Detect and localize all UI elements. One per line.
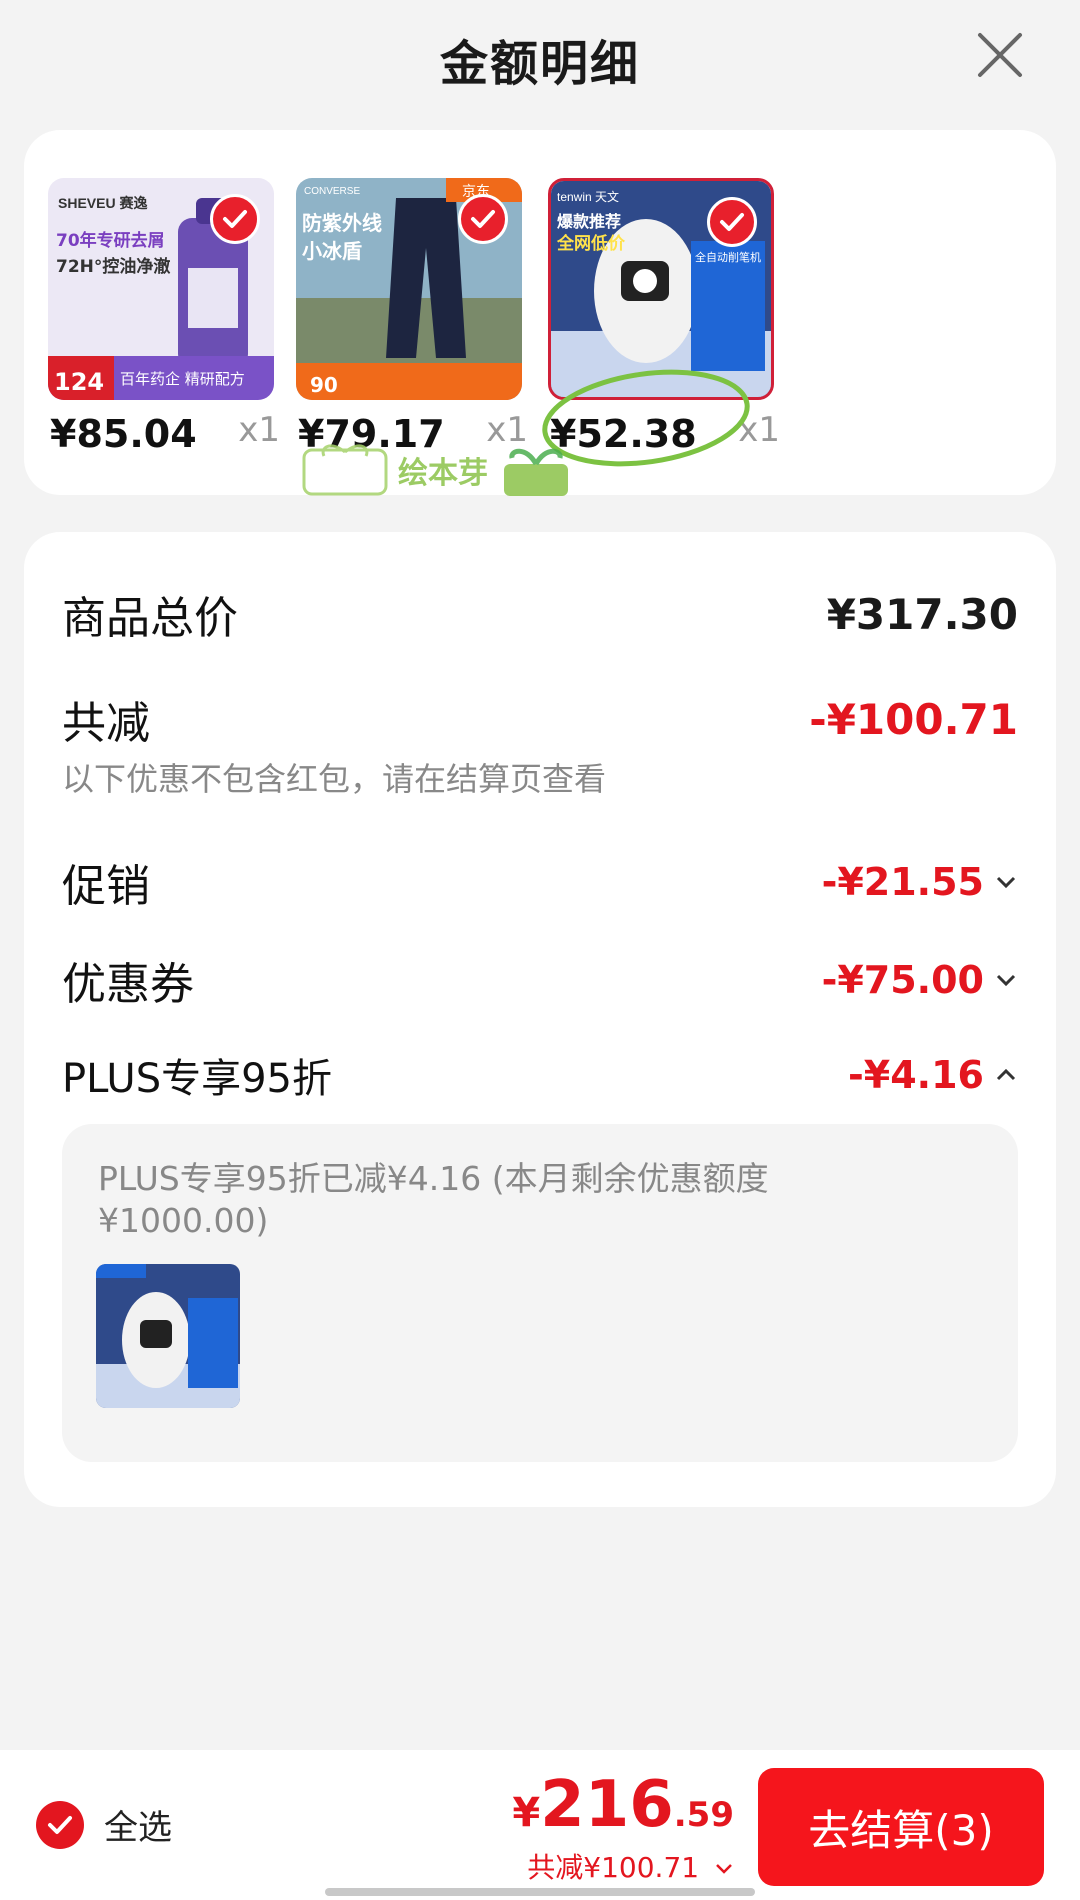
product-ad-line: 防紫外线: [302, 211, 382, 235]
product-ad-line: 70年专研去屑: [56, 230, 165, 251]
plus-value: -¥4.16: [848, 1053, 984, 1097]
chevron-up-icon[interactable]: [994, 1067, 1018, 1083]
plus-label: PLUS专享95折: [62, 1056, 332, 1102]
amount-detail-card: 商品总价 ¥317.30 共减 -¥100.71 以下优惠不包含红包，请在结算页…: [24, 532, 1056, 1507]
sprout-book-icon: [504, 448, 568, 496]
checkout-button[interactable]: 去结算(3): [758, 1768, 1044, 1886]
watermark: 绘本芽: [300, 440, 576, 500]
checkmark-icon[interactable]: [707, 197, 757, 247]
header: 金额明细: [0, 0, 1080, 118]
product-ad-line: 72H°控油净澈: [56, 256, 170, 277]
watermark-text: 绘本芽: [398, 456, 488, 491]
chevron-down-icon[interactable]: [994, 972, 1018, 988]
watermark-logo-icon: [302, 444, 388, 496]
total-price: ¥216.59 共减¥100.71: [512, 1768, 734, 1886]
promo-row[interactable]: 促销 -¥21.55: [62, 850, 1018, 914]
product-image[interactable]: SHEVEU 赛逸 70年专研去屑 72H°控油净澈 百年药企 精研配方 124: [48, 178, 274, 400]
plus-detail-text: PLUS专享95折已减¥4.16 (本月剩余优惠额度¥1000.00): [98, 1159, 769, 1240]
product-brand: tenwin 天文: [557, 189, 619, 204]
product-brand: SHEVEU 赛逸: [58, 195, 147, 211]
checkmark-icon[interactable]: [36, 1800, 84, 1849]
goods-total-row: 商品总价 ¥317.30: [62, 582, 1018, 646]
total-integer: 216: [540, 1768, 674, 1842]
product-badge-price: 124: [54, 368, 104, 396]
chevron-down-icon[interactable]: [994, 874, 1018, 890]
coupon-value: -¥75.00: [821, 958, 984, 1002]
home-indicator[interactable]: [325, 1888, 755, 1896]
coupon-label: 优惠券: [62, 959, 194, 1010]
plus-row[interactable]: PLUS专享95折 -¥4.16: [62, 1046, 1018, 1104]
coupon-row[interactable]: 优惠券 -¥75.00: [62, 948, 1018, 1012]
product-ad-line: 爆款推荐: [557, 212, 621, 231]
total-discount-row: 共减 -¥100.71: [62, 687, 1018, 751]
product-brand: CONVERSE: [304, 186, 360, 197]
total-discount-summary[interactable]: 共减¥100.71: [512, 1846, 734, 1886]
product-item[interactable]: SHEVEU 赛逸 70年专研去屑 72H°控油净澈 百年药企 精研配方 124…: [48, 178, 280, 464]
close-icon[interactable]: [970, 25, 1030, 85]
product-tag: 百年药企 精研配方: [120, 370, 245, 388]
total-discount-value: -¥100.71: [809, 694, 1018, 744]
total-decimal: .59: [673, 1795, 734, 1835]
product-qty: x1: [238, 410, 280, 450]
total-discount-label: 共减: [62, 698, 150, 749]
product-badge-price: 90: [310, 373, 338, 397]
product-ad-line: 小冰盾: [302, 239, 362, 263]
plus-detail-panel: PLUS专享95折已减¥4.16 (本月剩余优惠额度¥1000.00): [62, 1124, 1018, 1462]
select-all-toggle[interactable]: 全选: [36, 1800, 172, 1849]
discount-summary-text: 共减¥100.71: [527, 1851, 700, 1884]
chevron-down-icon[interactable]: [714, 1862, 734, 1876]
currency-symbol: ¥: [512, 1790, 541, 1836]
product-tag: 全自动削笔机: [695, 250, 761, 264]
select-all-label: 全选: [104, 1808, 172, 1848]
bottom-bar: 全选 ¥216.59 共减¥100.71 去结算(3): [0, 1750, 1080, 1900]
goods-total-value: ¥317.30: [826, 589, 1018, 639]
product-item[interactable]: CONVERSE 防紫外线 小冰盾 京东 90 ¥79.17 x1: [296, 178, 528, 464]
plus-product-thumbnail[interactable]: [96, 1264, 240, 1408]
product-price: ¥85.04: [50, 412, 197, 456]
product-ad-line: 全网低价: [556, 233, 626, 254]
product-image[interactable]: CONVERSE 防紫外线 小冰盾 京东 90: [296, 178, 522, 400]
checkmark-icon[interactable]: [458, 194, 508, 244]
discount-note: 以下优惠不包含红包，请在结算页查看: [62, 760, 607, 798]
goods-total-label: 商品总价: [62, 593, 238, 644]
page-title: 金额明细: [439, 36, 640, 92]
promo-value: -¥21.55: [821, 860, 984, 904]
promo-label: 促销: [62, 861, 150, 912]
checkmark-icon[interactable]: [210, 194, 260, 244]
